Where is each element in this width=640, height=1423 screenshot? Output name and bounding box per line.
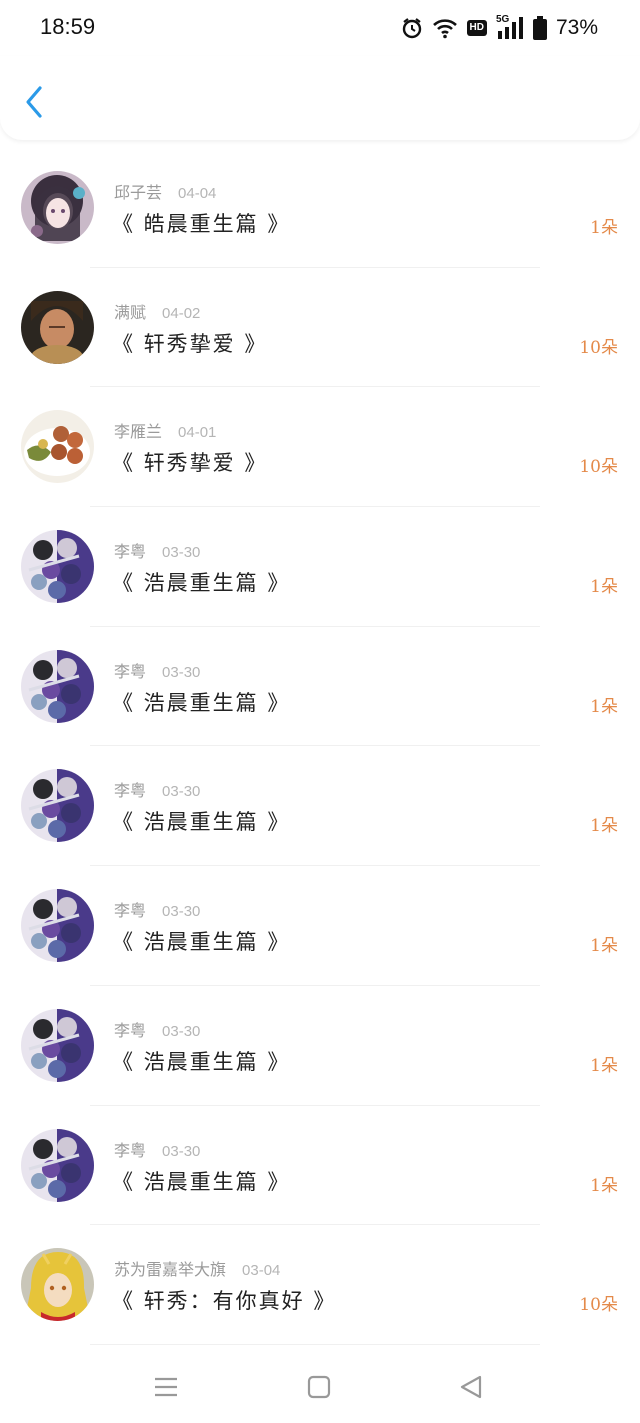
work-title[interactable]: 《 浩晨重生篇 》 [112,567,290,597]
home-button[interactable] [302,1370,336,1404]
gift-date: 03-30 [162,903,201,921]
sender-name: 苏为雷嘉举大旗 [114,1260,227,1280]
flower-count: 1朵 [590,218,618,238]
list-item[interactable]: 李粤 03-30 《 浩晨重生篇 》 1朵 [0,746,640,866]
gift-date: 03-30 [162,663,201,681]
item-meta: 李雁兰 04-01 [114,418,216,442]
flower-count: 10朵 [579,457,618,478]
list-item[interactable]: 李粤 03-30 《 浩晨重生篇 》 1朵 [0,986,640,1106]
work-title[interactable]: 《 轩秀挚爱 》 [112,447,267,477]
sender-name: 满赋 [114,302,147,322]
item-meta: 李粤 03-30 [114,897,200,921]
item-meta: 李粤 03-30 [114,1137,200,1161]
work-title[interactable]: 《 浩晨重生篇 》 [112,1166,290,1196]
flower-count: 1朵 [590,1055,618,1076]
status-icons: HD 5G 73% [401,14,598,42]
network-label: 5G [495,14,510,25]
list-item[interactable]: 邱子芸 04-04 《 皓晨重生篇 》 1朵 [0,148,640,268]
list-item[interactable]: 李雁兰 04-01 《 轩秀挚爱 》 10朵 [0,387,640,507]
flower-count: 1朵 [590,696,618,717]
avatar[interactable] [21,410,94,484]
sender-name: 邱子芸 [114,183,163,202]
gift-date: 04-04 [178,185,217,202]
work-title[interactable]: 《 轩秀挚爱 》 [112,328,267,358]
gift-date: 03-04 [242,1262,281,1280]
gift-date: 03-30 [162,544,201,562]
item-meta: 李粤 03-30 [114,777,200,801]
list-item[interactable]: 李粤 03-30 《 浩晨重生篇 》 1朵 [0,507,640,627]
item-meta: 满赋 04-02 [114,299,200,323]
avatar[interactable] [21,1248,94,1322]
item-meta: 李粤 03-30 [114,1017,200,1041]
wifi-icon [432,17,458,39]
work-title[interactable]: 《 轩秀：有你真好 》 [112,1285,336,1315]
work-title[interactable]: 《 浩晨重生篇 》 [112,1046,290,1076]
back-nav-button[interactable] [454,1370,488,1404]
list-item[interactable]: 苏为雷嘉举大旗 03-04 《 轩秀：有你真好 》 10朵 [0,1225,640,1345]
work-title[interactable]: 《 浩晨重生篇 》 [112,926,290,956]
sender-name: 李雁兰 [114,422,163,442]
gift-date: 04-02 [162,304,201,322]
avatar[interactable] [21,769,94,843]
work-title[interactable]: 《 浩晨重生篇 》 [112,806,290,836]
header [0,56,640,140]
flower-count: 1朵 [590,816,618,837]
list-item[interactable]: 李粤 03-30 《 浩晨重生篇 》 1朵 [0,627,640,747]
home-icon [307,1375,331,1399]
hd-icon: HD [466,20,487,36]
sender-name: 李粤 [114,901,147,921]
gift-date: 03-30 [162,1022,201,1040]
battery-percent: 73% [555,16,598,39]
gift-date: 03-30 [162,1142,201,1160]
avatar[interactable] [21,171,94,244]
list-item[interactable]: 李粤 03-30 《 浩晨重生篇 》 1朵 [0,1106,640,1226]
item-meta: 苏为雷嘉举大旗 03-04 [114,1256,280,1280]
status-time: 18:59 [40,14,96,39]
flower-count: 1朵 [590,936,618,957]
system-nav-bar [0,1350,640,1423]
status-bar: 18:59 HD 5G 73% [0,0,640,56]
list-item[interactable]: 李粤 03-30 《 浩晨重生篇 》 1朵 [0,866,640,986]
flower-count: 1朵 [590,1175,618,1196]
item-meta: 邱子芸 04-04 [114,179,216,203]
list-item[interactable]: 满赋 04-02 《 轩秀挚爱 》 10朵 [0,268,640,388]
chevron-left-icon [26,86,42,118]
flower-count: 10朵 [579,337,618,358]
sender-name: 李粤 [114,1140,147,1160]
back-triangle-icon [460,1375,482,1399]
avatar[interactable] [21,649,94,723]
flower-gift-list: 邱子芸 04-04 《 皓晨重生篇 》 1朵 满赋 04-02 《 轩秀挚爱 》 10朵 李雁兰… [0,148,640,1345]
flower-count: 1朵 [590,577,618,598]
flower-count: 10朵 [579,1295,618,1316]
back-button[interactable] [18,82,50,122]
item-meta: 李粤 03-30 [114,658,200,682]
sender-name: 李粤 [114,1020,147,1040]
avatar[interactable] [21,1008,94,1082]
battery-icon [532,16,547,40]
item-meta: 李粤 03-30 [114,538,200,562]
gift-date: 03-30 [162,783,201,801]
sender-name: 李粤 [114,542,147,562]
menu-icon [155,1377,177,1397]
alarm-icon [401,17,423,39]
sender-name: 李粤 [114,781,147,801]
avatar[interactable] [21,530,94,604]
sender-name: 李粤 [114,661,147,681]
gift-date: 04-01 [178,424,217,442]
avatar[interactable] [21,889,94,963]
work-title[interactable]: 《 浩晨重生篇 》 [112,687,290,717]
work-title[interactable]: 《 皓晨重生篇 》 [112,208,290,238]
avatar[interactable] [21,1128,94,1202]
avatar[interactable] [21,290,94,364]
menu-button[interactable] [149,1370,183,1404]
signal-icon: 5G [495,14,524,40]
